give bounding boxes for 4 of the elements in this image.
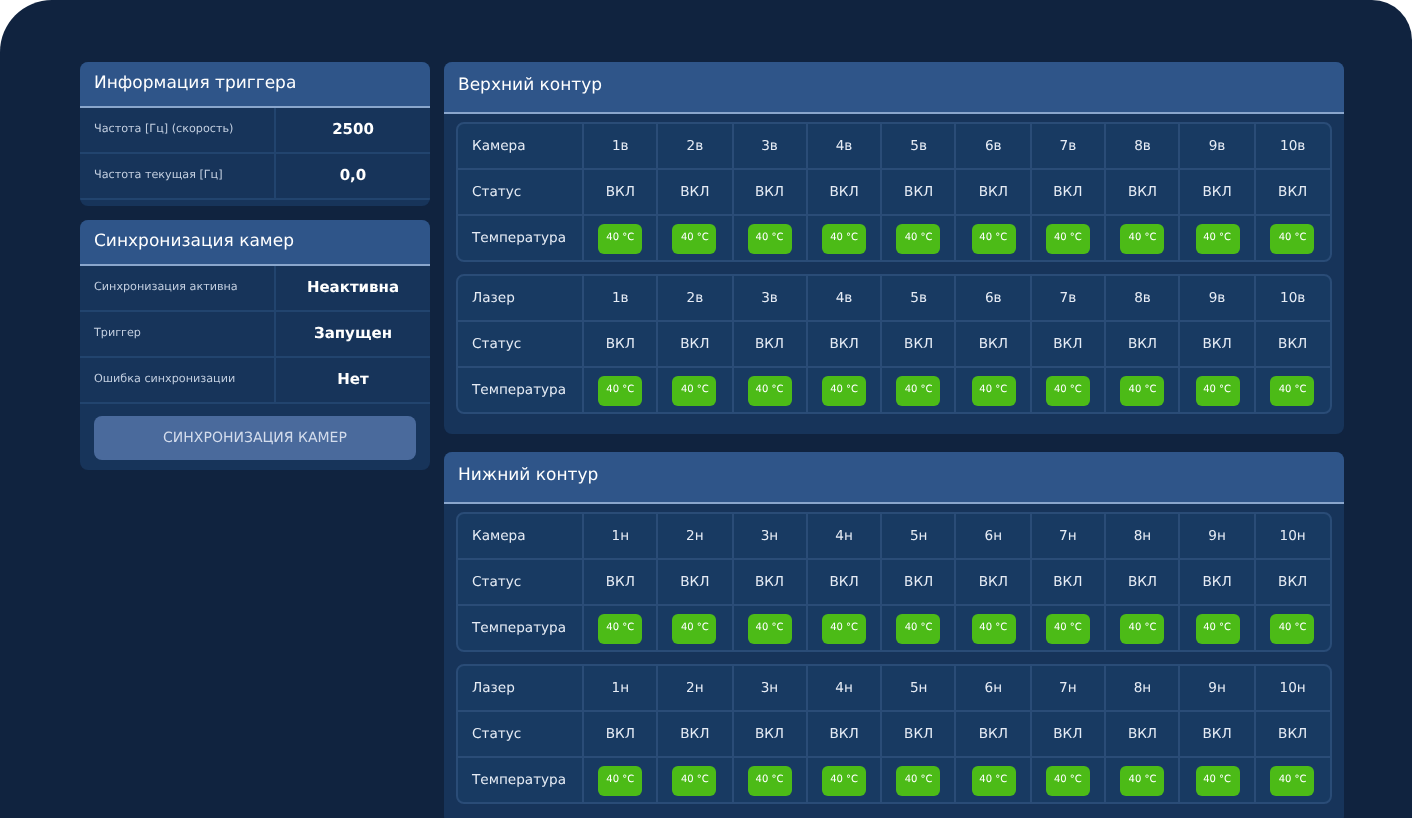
panel-header: Информация триггера (80, 62, 430, 108)
panel-header: Нижний контур (444, 452, 1344, 504)
panel-header: Верхний контур (444, 62, 1344, 114)
panel-header: Синхронизация камер (80, 220, 430, 266)
